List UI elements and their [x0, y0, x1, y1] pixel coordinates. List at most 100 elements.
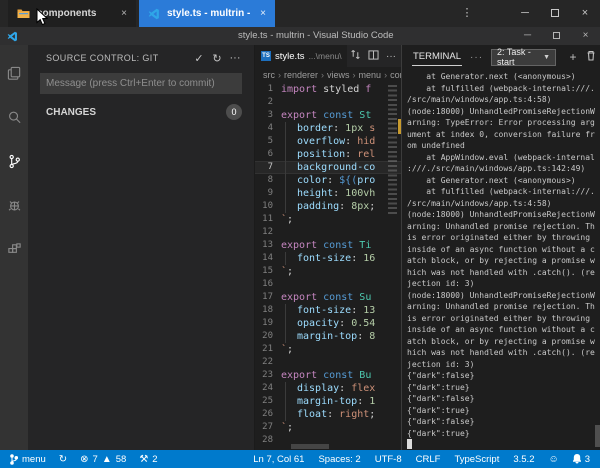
- code-line[interactable]: 20margin-top: 8: [255, 330, 401, 343]
- minimize-button[interactable]: ─: [513, 27, 542, 45]
- terminal-line: ument at index 0, conversion failure fr: [407, 129, 600, 141]
- code-line[interactable]: 11`;: [255, 213, 401, 226]
- sidebar-item-extensions[interactable]: [0, 227, 28, 271]
- code-line[interactable]: 27`;: [255, 421, 401, 434]
- code-line[interactable]: 5overflow: hid: [255, 135, 401, 148]
- terminal-tab[interactable]: TERMINAL: [412, 48, 462, 66]
- breadcrumb-item[interactable]: src: [263, 70, 275, 80]
- language-mode[interactable]: TypeScript: [454, 454, 499, 465]
- token: ;: [369, 200, 375, 213]
- code-line[interactable]: 10padding: 8px;: [255, 200, 401, 213]
- source-control-icon: [7, 154, 22, 169]
- breadcrumb-item[interactable]: views: [327, 70, 350, 80]
- changes-section[interactable]: CHANGES 0: [28, 102, 254, 122]
- token: ;: [287, 421, 293, 434]
- code-line[interactable]: 16: [255, 278, 401, 291]
- problems-item[interactable]: ⊗ 7 ▲ 58: [80, 454, 126, 465]
- code-line[interactable]: 25margin-top: 1: [255, 395, 401, 408]
- typescript-version[interactable]: 3.5.2: [513, 454, 534, 465]
- files-icon: [7, 66, 22, 81]
- token: :: [351, 304, 363, 317]
- terminal-line: {"dark":true}: [407, 405, 600, 417]
- breadcrumb[interactable]: src›renderer›views›menu›components: [255, 67, 401, 83]
- refresh-icon[interactable]: ↻: [208, 52, 226, 65]
- commit-icon[interactable]: ✓: [190, 52, 208, 65]
- sidebar-item-explorer[interactable]: [0, 51, 28, 95]
- minimize-button[interactable]: ─: [510, 0, 540, 27]
- editor-tab-style-ts[interactable]: TS style.ts ...\menu\: [255, 45, 347, 67]
- code-editor[interactable]: 1import styled f23export const St4border…: [255, 83, 401, 450]
- code-line[interactable]: 18font-size: 13: [255, 304, 401, 317]
- sidebar-item-search[interactable]: [0, 95, 28, 139]
- code-text: margin-top: 8: [281, 330, 375, 343]
- code-line[interactable]: 3export const St: [255, 109, 401, 122]
- code-line[interactable]: 12: [255, 226, 401, 239]
- code-line[interactable]: 8color: ${(pro: [255, 174, 401, 187]
- code-line[interactable]: 13export const Ti: [255, 239, 401, 252]
- terminal-scrollbar[interactable]: [595, 425, 600, 447]
- feedback-item[interactable]: ☺: [548, 454, 558, 465]
- changes-count-badge: 0: [226, 104, 242, 120]
- code-lines: 1import styled f23export const St4border…: [255, 83, 401, 447]
- token: 1px: [345, 122, 363, 135]
- code-line[interactable]: 6position: rel: [255, 148, 401, 161]
- eol-sequence[interactable]: CRLF: [416, 454, 441, 465]
- code-line[interactable]: 21`;: [255, 343, 401, 356]
- tasks-item[interactable]: ⚒ 2: [139, 454, 157, 465]
- breadcrumb-item[interactable]: menu: [359, 70, 382, 80]
- horizontal-scrollbar[interactable]: [291, 444, 329, 449]
- code-line[interactable]: 23export const Bu: [255, 369, 401, 382]
- code-line[interactable]: 14font-size: 16: [255, 252, 401, 265]
- more-actions-icon[interactable]: ···: [383, 51, 399, 62]
- token: overflow: [297, 135, 345, 148]
- window-tab-label: components: [37, 8, 114, 19]
- code-line[interactable]: 4border: 1px s: [255, 122, 401, 135]
- close-button[interactable]: ×: [571, 27, 600, 45]
- line-number: 17: [255, 291, 281, 304]
- notifications-item[interactable]: 3: [573, 454, 590, 465]
- encoding[interactable]: UTF-8: [375, 454, 402, 465]
- menu-kebab-icon[interactable]: ⋮: [452, 0, 482, 27]
- code-line[interactable]: 19opacity: 0.54: [255, 317, 401, 330]
- minimap[interactable]: [388, 85, 397, 215]
- branch-name: menu: [22, 454, 46, 465]
- code-text: `;: [281, 213, 293, 226]
- maximize-button[interactable]: [542, 27, 571, 45]
- terminal-body[interactable]: at Generator.next (<anonymous>) at fulfi…: [402, 69, 600, 450]
- split-editor-icon[interactable]: [365, 50, 381, 63]
- git-branch-item[interactable]: menu: [10, 454, 46, 465]
- indentation[interactable]: Spaces: 2: [318, 454, 360, 465]
- more-actions-icon[interactable]: ···: [226, 52, 244, 64]
- sidebar-item-debug[interactable]: [0, 183, 28, 227]
- code-line[interactable]: 26float: right;: [255, 408, 401, 421]
- window-tab-style-ts[interactable]: style.ts - multrin - ... ×: [139, 0, 275, 27]
- code-line[interactable]: 1import styled f: [255, 83, 401, 96]
- code-line[interactable]: 7background-co: [255, 161, 401, 174]
- new-terminal-icon[interactable]: +: [564, 50, 582, 64]
- close-button[interactable]: ×: [570, 0, 600, 27]
- code-line[interactable]: 22: [255, 356, 401, 369]
- breadcrumb-item[interactable]: renderer: [284, 70, 318, 80]
- code-line[interactable]: 2: [255, 96, 401, 109]
- commit-message-input[interactable]: [40, 73, 242, 94]
- code-line[interactable]: 17export const Su: [255, 291, 401, 304]
- close-icon[interactable]: ×: [260, 8, 266, 19]
- sidebar-item-source-control[interactable]: [0, 139, 28, 183]
- line-number: 3: [255, 109, 281, 122]
- code-line[interactable]: 15`;: [255, 265, 401, 278]
- maximize-button[interactable]: [540, 0, 570, 27]
- token: :: [339, 200, 351, 213]
- kill-terminal-icon[interactable]: [582, 50, 600, 64]
- terminal-header: TERMINAL ··· 2: Task - start ▼ +: [402, 45, 600, 69]
- code-line[interactable]: 9height: 100vh: [255, 187, 401, 200]
- code-line[interactable]: 24display: flex: [255, 382, 401, 395]
- open-changes-icon[interactable]: [347, 49, 363, 63]
- more-icon[interactable]: ···: [470, 52, 483, 63]
- close-icon[interactable]: ×: [121, 8, 127, 19]
- window-tab-components[interactable]: components ×: [8, 0, 136, 27]
- terminal-selector-dropdown[interactable]: 2: Task - start ▼: [491, 49, 556, 66]
- breadcrumb-item[interactable]: components: [390, 70, 401, 80]
- line-number: 21: [255, 343, 281, 356]
- sync-item[interactable]: ↻: [59, 454, 67, 465]
- cursor-position[interactable]: Ln 7, Col 61: [253, 454, 304, 465]
